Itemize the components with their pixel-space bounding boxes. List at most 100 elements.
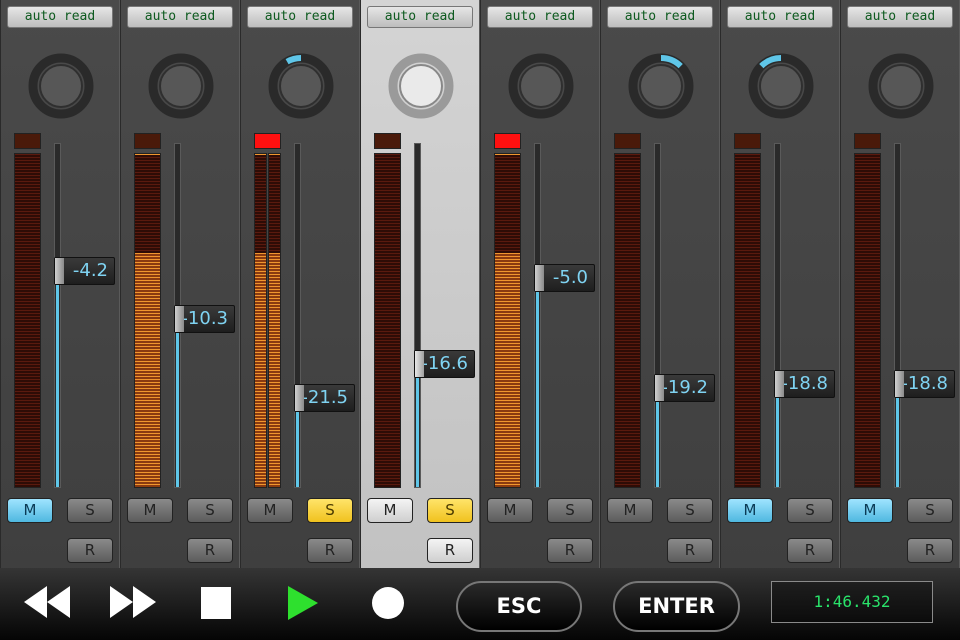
fader-handle[interactable]: -4.2 [54, 257, 115, 285]
solo-button[interactable]: S [787, 498, 833, 523]
rewind-icon [24, 586, 70, 618]
record-arm-button[interactable]: R [427, 538, 473, 563]
level-meter [494, 153, 521, 488]
meter-peak-hold [269, 154, 280, 155]
meter-peak-hold [255, 154, 266, 155]
solo-button[interactable]: S [667, 498, 713, 523]
peak-indicator[interactable] [14, 133, 41, 149]
automation-mode-button[interactable]: auto read [847, 6, 953, 28]
mute-button[interactable]: M [367, 498, 413, 523]
channel-strip[interactable]: auto read -16.6 M S R [360, 0, 480, 568]
fader-track[interactable] [54, 143, 61, 488]
esc-button[interactable]: ESC [456, 581, 582, 632]
fader-handle[interactable]: -10.3 [174, 305, 235, 333]
record-arm-button[interactable]: R [307, 538, 353, 563]
record-arm-button[interactable]: R [187, 538, 233, 563]
automation-mode-button[interactable]: auto read [487, 6, 593, 28]
level-meter [854, 153, 881, 488]
pan-knob-cap [759, 64, 803, 108]
mute-button[interactable]: M [607, 498, 653, 523]
record-arm-button[interactable]: R [67, 538, 113, 563]
channel-strip[interactable]: auto read -18.8 M S R [840, 0, 960, 568]
solo-button[interactable]: S [427, 498, 473, 523]
automation-mode-button[interactable]: auto read [7, 6, 113, 28]
pan-knob-cap [279, 64, 323, 108]
peak-indicator[interactable] [734, 133, 761, 149]
channel-strip[interactable]: auto read -19.2 M S R [600, 0, 720, 568]
peak-indicator[interactable] [254, 133, 281, 149]
play-icon [288, 586, 318, 620]
channel-strip[interactable]: auto read -18.8 M S R [720, 0, 840, 568]
channel-strip[interactable]: auto read -4.2 M S R [0, 0, 120, 568]
channel-strip[interactable]: auto read -10.3 M S R [120, 0, 240, 568]
solo-button[interactable]: S [67, 498, 113, 523]
fader-level-fill [536, 278, 539, 487]
channel-strip[interactable]: auto read -5.0 M S R [480, 0, 600, 568]
record-arm-button[interactable]: R [907, 538, 953, 563]
solo-button[interactable]: S [307, 498, 353, 523]
rewind-button[interactable] [22, 584, 72, 624]
peak-indicator[interactable] [854, 133, 881, 149]
fader-level-fill [56, 271, 59, 487]
fader-track[interactable] [294, 143, 301, 488]
automation-mode-button[interactable]: auto read [607, 6, 713, 28]
fader-track[interactable] [414, 143, 421, 488]
pan-knob[interactable] [867, 52, 935, 120]
peak-indicator[interactable] [494, 133, 521, 149]
fader-handle[interactable]: -16.6 [414, 350, 475, 378]
pan-knob[interactable] [747, 52, 815, 120]
mute-button[interactable]: M [847, 498, 893, 523]
fader-track[interactable] [534, 143, 541, 488]
mute-button[interactable]: M [127, 498, 173, 523]
automation-mode-button[interactable]: auto read [247, 6, 353, 28]
pan-knob-cap [159, 64, 203, 108]
mute-button[interactable]: M [247, 498, 293, 523]
mute-button[interactable]: M [487, 498, 533, 523]
record-arm-button[interactable]: R [787, 538, 833, 563]
pan-knob-cap [639, 64, 683, 108]
pan-knob[interactable] [627, 52, 695, 120]
fader-handle[interactable]: -18.8 [774, 370, 835, 398]
pan-knob[interactable] [147, 52, 215, 120]
pan-knob[interactable] [387, 52, 455, 120]
solo-button[interactable]: S [547, 498, 593, 523]
peak-indicator[interactable] [614, 133, 641, 149]
solo-button[interactable]: S [907, 498, 953, 523]
level-meter [734, 153, 761, 488]
solo-button[interactable]: S [187, 498, 233, 523]
fader-level-fill [416, 364, 419, 487]
fader-level-fill [176, 319, 179, 487]
mute-button[interactable]: M [7, 498, 53, 523]
record-arm-button[interactable]: R [667, 538, 713, 563]
mute-button[interactable]: M [727, 498, 773, 523]
fader-track[interactable] [774, 143, 781, 488]
automation-mode-button[interactable]: auto read [127, 6, 233, 28]
fader-handle[interactable]: -19.2 [654, 374, 715, 402]
fader-track[interactable] [894, 143, 901, 488]
automation-mode-button[interactable]: auto read [367, 6, 473, 28]
enter-button[interactable]: ENTER [613, 581, 740, 632]
peak-indicator[interactable] [374, 133, 401, 149]
pan-knob-cap [39, 64, 83, 108]
fader-track[interactable] [654, 143, 661, 488]
pan-knob-cap [519, 64, 563, 108]
time-display: 1:46.432 [771, 581, 933, 623]
channel-strip[interactable]: auto read -21.5 M S R [240, 0, 360, 568]
fader-handle[interactable]: -18.8 [894, 370, 955, 398]
record-arm-button[interactable]: R [547, 538, 593, 563]
automation-mode-button[interactable]: auto read [727, 6, 833, 28]
fader-level-fill [776, 384, 779, 487]
pan-knob[interactable] [507, 52, 575, 120]
peak-indicator[interactable] [134, 133, 161, 149]
fader-handle[interactable]: -21.5 [294, 384, 355, 412]
fader-handle[interactable]: -5.0 [534, 264, 595, 292]
level-meter [14, 153, 41, 488]
play-button[interactable] [286, 584, 320, 626]
pan-knob[interactable] [27, 52, 95, 120]
fast-forward-button[interactable] [108, 584, 158, 624]
stop-button[interactable] [200, 586, 232, 624]
record-button[interactable] [371, 586, 405, 624]
pan-knob-cap [879, 64, 923, 108]
meter-level-fill [495, 253, 520, 487]
pan-knob[interactable] [267, 52, 335, 120]
